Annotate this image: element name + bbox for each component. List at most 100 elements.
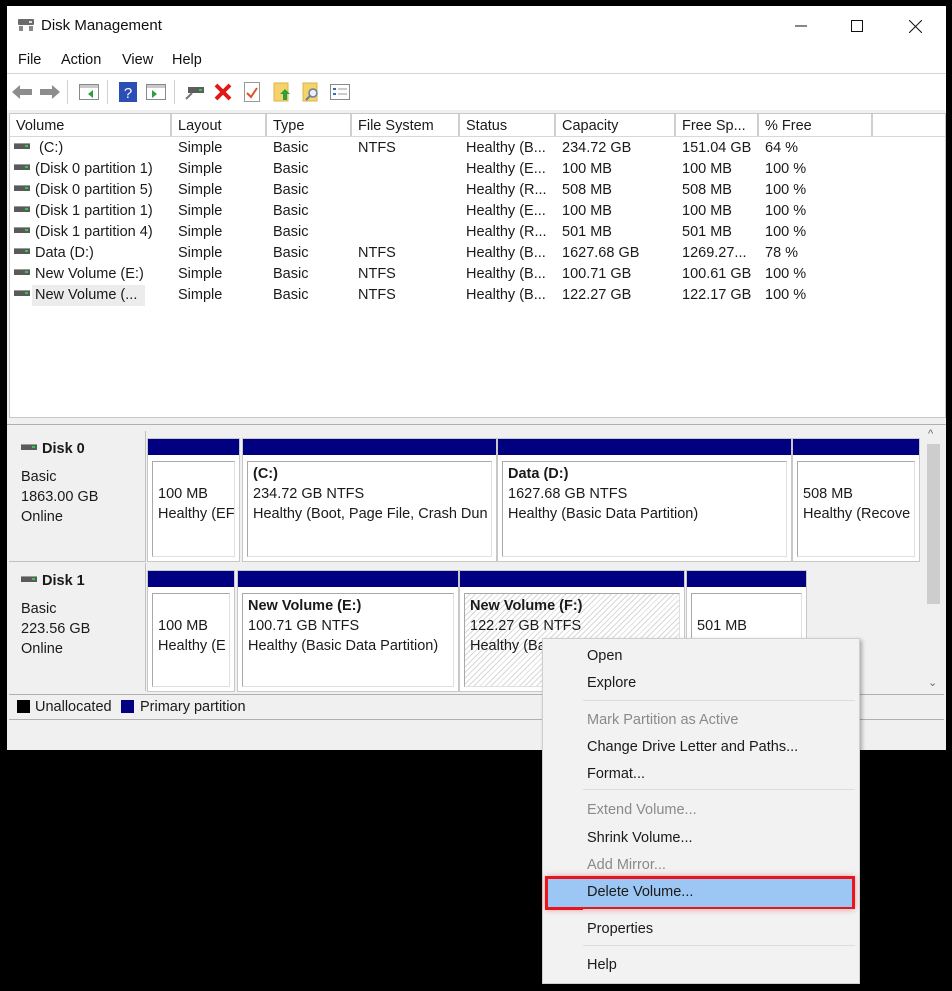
- partition-disk0-3[interactable]: 508 MB Healthy (Recove: [792, 438, 920, 562]
- properties-button[interactable]: [241, 82, 263, 102]
- list-view-button[interactable]: [329, 82, 351, 102]
- partition-disk1-1[interactable]: New Volume (E:) 100.71 GB NTFS Healthy (Ba…: [237, 570, 459, 692]
- explore-button[interactable]: [300, 82, 322, 102]
- open-button[interactable]: [271, 82, 293, 102]
- scroll-up-icon[interactable]: ^: [928, 428, 933, 440]
- volume-row[interactable]: New Volume (E:) Simple Basic NTFS Healthy (B…: [10, 264, 945, 285]
- scrollbar-thumb[interactable]: [927, 444, 940, 604]
- primary-partition-bar: [148, 571, 234, 587]
- cell-type: Basic: [273, 287, 309, 303]
- help-icon: ?: [119, 82, 137, 102]
- cell-pct: 100 %: [765, 266, 807, 282]
- cell-volume: (Disk 1 partition 1): [35, 203, 153, 219]
- context-menu-item-label: Extend Volume...: [587, 802, 697, 818]
- context-menu-item-label: Format...: [587, 766, 646, 782]
- volume-row[interactable]: (Disk 1 partition 1) Simple Basic Healthy (…: [10, 201, 945, 222]
- cell-capacity: 122.27 GB: [562, 287, 632, 303]
- cell-layout: Simple: [178, 287, 223, 303]
- menu-view[interactable]: View: [122, 52, 153, 68]
- volume-row[interactable]: Data (D:) Simple Basic NTFS Healthy (B... 162…: [10, 243, 945, 264]
- graphical-view-scrollbar[interactable]: ^ ⌄: [925, 426, 942, 691]
- context-menu-item-mark-partition-as-active: Mark Partition as Active: [543, 708, 859, 734]
- forward-icon: [40, 85, 60, 99]
- legend-label-unallocated: Unallocated: [35, 699, 112, 715]
- column-header-percent-free[interactable]: % Free: [759, 114, 873, 136]
- cell-capacity: 100 MB: [562, 161, 612, 177]
- context-menu-separator: [583, 945, 855, 946]
- context-menu-item-label: Properties: [587, 921, 654, 937]
- partition-disk1-0[interactable]: 100 MB Healthy (E: [147, 570, 235, 692]
- volume-row[interactable]: (Disk 0 partition 5) Simple Basic Healthy (…: [10, 180, 945, 201]
- cell-status: Healthy (R...: [466, 224, 547, 240]
- minimize-button[interactable]: [773, 6, 829, 46]
- menu-help[interactable]: Help: [172, 52, 202, 68]
- close-icon: [908, 19, 922, 33]
- cell-type: Basic: [273, 224, 309, 240]
- context-menu-item-delete-volume[interactable]: Delete Volume...: [545, 876, 855, 910]
- cell-capacity: 100 MB: [562, 203, 612, 219]
- disk-0-name: Disk 0: [42, 441, 85, 457]
- cell-layout: Simple: [178, 140, 223, 156]
- show-hide-console-tree-button[interactable]: [78, 82, 100, 102]
- partition-disk0-0[interactable]: 100 MB Healthy (EF: [147, 438, 240, 562]
- cell-volume-wrap: (Disk 0 partition 5): [14, 182, 153, 198]
- cell-volume-wrap: New Volume (...: [14, 287, 137, 303]
- cell-volume: (Disk 0 partition 1): [35, 161, 153, 177]
- column-header-layout[interactable]: Layout: [172, 114, 267, 136]
- context-menu-item-help[interactable]: Help: [543, 953, 859, 979]
- maximize-button[interactable]: [829, 6, 885, 46]
- forward-button[interactable]: [39, 82, 61, 102]
- back-button[interactable]: [11, 82, 33, 102]
- context-menu-item-properties[interactable]: Properties: [543, 917, 859, 943]
- context-menu-item-label: Shrink Volume...: [587, 830, 693, 846]
- column-header-status[interactable]: Status: [460, 114, 556, 136]
- toolbar: ?: [7, 74, 946, 110]
- context-menu-item-format[interactable]: Format...: [543, 762, 859, 788]
- context-menu-item-open[interactable]: Open: [543, 644, 859, 670]
- close-button[interactable]: [887, 6, 943, 46]
- volume-list[interactable]: Volume Layout Type File System Status Ca…: [9, 113, 946, 418]
- partition-status: Healthy (Basic Data Partition): [508, 506, 699, 522]
- cell-status: Healthy (R...: [466, 182, 547, 198]
- volume-row[interactable]: (Disk 0 partition 1) Simple Basic Healthy (…: [10, 159, 945, 180]
- connect-disk-button[interactable]: [184, 82, 206, 102]
- column-header-free-space[interactable]: Free Sp...: [676, 114, 759, 136]
- context-menu-item-change-drive-letter-and-paths[interactable]: Change Drive Letter and Paths...: [543, 735, 859, 761]
- context-menu-item-shrink-volume[interactable]: Shrink Volume...: [543, 826, 859, 852]
- volume-row[interactable]: New Volume (... Simple Basic NTFS Healthy (B…: [10, 285, 945, 306]
- volume-row[interactable]: (Disk 1 partition 4) Simple Basic Healthy (…: [10, 222, 945, 243]
- pane-splitter[interactable]: [7, 418, 946, 425]
- partition-title: (C:): [253, 466, 278, 482]
- column-header-type[interactable]: Type: [267, 114, 352, 136]
- partition-disk0-2[interactable]: Data (D:) 1627.68 GB NTFS Healthy (Basic D…: [497, 438, 792, 562]
- window-title: Disk Management: [41, 17, 162, 34]
- menu-action[interactable]: Action: [61, 52, 101, 68]
- disk-0-type: Basic: [21, 469, 57, 485]
- disk-0-info[interactable]: Disk 0 Basic 1863.00 GB Online: [9, 431, 146, 562]
- list-view-icon: [330, 84, 350, 100]
- volume-list-header: Volume Layout Type File System Status Ca…: [10, 114, 945, 137]
- show-action-pane-icon: [146, 84, 166, 100]
- delete-button[interactable]: [212, 82, 234, 102]
- volume-row[interactable]: (C:) Simple Basic NTFS Healthy (B... 234.72 G…: [10, 138, 945, 159]
- cell-layout: Simple: [178, 203, 223, 219]
- minimize-icon: [795, 25, 807, 27]
- context-menu-item-explore[interactable]: Explore: [543, 671, 859, 697]
- column-header-capacity[interactable]: Capacity: [556, 114, 676, 136]
- column-header-volume[interactable]: Volume: [10, 114, 172, 136]
- cell-free: 100.61 GB: [682, 266, 752, 282]
- partition-status: Healthy (E: [158, 638, 226, 654]
- scroll-down-icon[interactable]: ⌄: [928, 676, 937, 689]
- help-button[interactable]: ?: [117, 82, 139, 102]
- partition-body: (C:) 234.72 GB NTFS Healthy (Boot, Page Fi…: [247, 461, 492, 557]
- disk-1-info[interactable]: Disk 1 Basic 223.56 GB Online: [9, 563, 146, 691]
- show-action-pane-button[interactable]: [145, 82, 167, 102]
- partition-size: 501 MB: [697, 618, 747, 634]
- partition-disk0-1[interactable]: (C:) 234.72 GB NTFS Healthy (Boot, Page Fi…: [242, 438, 497, 562]
- primary-partition-bar: [687, 571, 806, 587]
- partition-title: New Volume (F:): [470, 598, 583, 614]
- menu-file[interactable]: File: [18, 52, 41, 68]
- context-menu-separator: [583, 700, 855, 701]
- column-header-file-system[interactable]: File System: [352, 114, 460, 136]
- cell-pct: 64 %: [765, 140, 799, 156]
